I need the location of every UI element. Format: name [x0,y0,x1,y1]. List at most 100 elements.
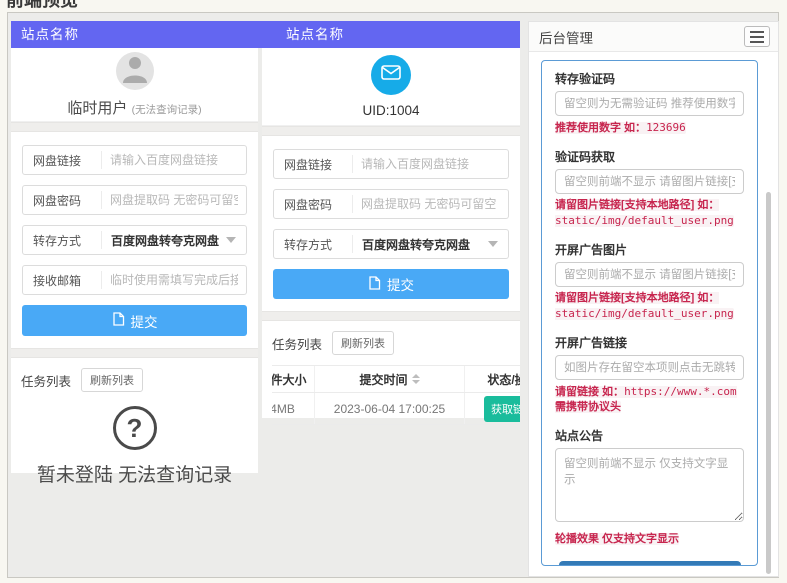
field-label: 网盘链接 [284,157,333,172]
left-form: 网盘链接 网盘密码 转存方式 百度网盘转夸克网盘 接收邮箱 [11,132,258,348]
pan-link-input[interactable] [102,153,246,167]
admin-title: 后台管理 [539,30,593,46]
site-notice-textarea[interactable] [555,448,744,522]
left-card-header: 站点名称 [11,21,258,48]
admin-form-box: 转存验证码 推荐使用数字 如：123696 验证码获取 请留图片链接[支持本地路… [541,60,758,566]
table-header-row: 文件大小 提交时间 状态/操作 [272,366,520,393]
tasks-header: 任务列表 刷新列表 [272,331,510,355]
user-name-line: 临时用户 (无法查询记录) [67,97,201,118]
avatar [371,55,411,95]
empty-state: ? 暂未登陆 无法查询记录 [21,406,248,487]
section-divider [262,126,520,136]
form-row-pan-link: 网盘链接 [22,145,247,175]
field-label: 转存方式 [33,233,82,248]
field-label: 转存方式 [284,237,333,252]
field-transfer-code: 转存验证码 推荐使用数字 如：123696 [555,70,744,136]
transfer-code-input[interactable] [555,91,744,116]
pan-password-input[interactable] [102,193,246,207]
empty-message: 暂未登陆 无法查询记录 [36,465,233,486]
site-name-title: 站点名称 [21,27,79,42]
left-tasks-section: 任务列表 刷新列表 ? 暂未登陆 无法查询记录 [11,358,258,495]
transfer-mode-select[interactable]: 转存方式 百度网盘转夸克网盘 [273,229,509,259]
col-time-label: 提交时间 [359,372,408,387]
site-name-title: 站点名称 [286,27,344,42]
save-button[interactable]: 保存 [558,561,741,565]
chevron-down-icon [226,237,236,243]
hamburger-menu-icon[interactable] [744,26,770,47]
cell-time: 2023-06-04 17:00:25 [315,393,465,424]
transfer-mode-value: 百度网盘转夸克网盘 [362,237,471,252]
middle-card-header: 站点名称 [262,21,520,48]
section-divider [11,348,258,358]
submit-label: 提交 [387,278,414,293]
submit-label: 提交 [130,314,158,330]
submit-button[interactable]: 提交 [273,269,509,299]
form-row-pan-password: 网盘密码 [273,189,509,219]
captcha-image-input[interactable] [555,169,744,194]
task-table-clip: 文件大小 提交时间 状态/操作 4MB 2023-06-04 17:00:25 … [272,365,520,425]
field-label: 网盘链接 [33,153,82,168]
scrollbar-thumb[interactable] [766,192,771,574]
field-label: 网盘密码 [284,197,333,212]
section-divider [262,311,520,321]
field-splash-ad-image: 开屏广告图片 请留图片链接[支持本地路径] 如：static/img/defau… [555,241,744,322]
transfer-mode-value: 百度网盘转夸克网盘 [111,233,220,248]
field-splash-ad-link: 开屏广告链接 请留链接 如：https://www.*.com 需携带协议头 [555,334,744,415]
user-name: 临时用户 [67,99,128,117]
field-hint: 请留链接 如：https://www.*.com 需携带协议头 [555,385,737,413]
admin-header: 后台管理 [529,22,778,52]
envelope-icon [381,65,401,85]
admin-panel-card: 后台管理 转存验证码 推荐使用数字 如：123696 验证码获取 请留图片链接[… [528,21,779,577]
field-label: 网盘密码 [33,193,82,208]
main-container: 站点名称 临时用户 (无法查询记录) 网盘链接 网盘密码 [7,12,779,578]
splash-ad-link-input[interactable] [555,355,744,380]
get-link-button[interactable]: 获取链接 [484,395,520,422]
left-user-card: 站点名称 临时用户 (无法查询记录) 网盘链接 网盘密码 [11,21,258,486]
col-time-header[interactable]: 提交时间 [315,366,465,392]
field-captcha-image: 验证码获取 请留图片链接[支持本地路径] 如：static/img/defaul… [555,148,744,229]
field-label: 站点公告 [555,429,604,443]
field-hint: 推荐使用数字 如：123696 [555,121,686,134]
tasks-title: 任务列表 [272,337,323,352]
middle-tasks-section: 任务列表 刷新列表 文件大小 提交时间 状态/操作 4MB 202 [262,321,520,433]
tasks-title: 任务列表 [21,374,72,389]
form-row-email: 接收邮箱 [22,265,247,295]
pan-password-input[interactable] [353,197,508,211]
field-label: 接收邮箱 [33,273,82,288]
transfer-mode-select[interactable]: 转存方式 百度网盘转夸克网盘 [22,225,247,255]
chevron-down-icon [488,241,498,247]
middle-user-card: 站点名称 UID:1004 网盘链接 网盘密码 转存方式 [262,21,520,425]
col-status-header: 状态/操作 [487,372,520,387]
user-icon [116,52,154,90]
user-note: (无法查询记录) [131,103,202,116]
field-hint: 请留图片链接[支持本地路径] 如：static/img/default_user… [555,199,734,227]
task-table: 文件大小 提交时间 状态/操作 4MB 2023-06-04 17:00:25 … [272,365,520,425]
document-icon [112,312,125,329]
form-row-pan-link: 网盘链接 [273,149,509,179]
uid-text: UID:1004 [362,103,420,118]
field-label: 验证码获取 [555,150,616,164]
cell-action: 获取链接 [465,395,520,422]
splash-ad-image-input[interactable] [555,262,744,287]
field-label: 转存验证码 [555,72,616,86]
sort-icon [411,374,420,384]
col-size-header: 文件大小 [272,366,315,392]
submit-button[interactable]: 提交 [22,305,247,336]
question-icon: ? [112,406,157,450]
left-profile-section: 临时用户 (无法查询记录) [11,48,258,122]
field-label: 开屏广告链接 [555,336,628,350]
tasks-header: 任务列表 刷新列表 [21,368,248,392]
cell-size: 4MB [272,393,315,424]
email-input[interactable] [102,273,246,287]
document-icon [368,275,381,293]
field-hint: 请留图片链接[支持本地路径] 如：static/img/default_user… [555,292,734,320]
refresh-list-button[interactable]: 刷新列表 [81,368,144,392]
table-row: 4MB 2023-06-04 17:00:25 获取链接 [272,393,520,424]
field-label: 开屏广告图片 [555,243,628,257]
avatar [115,51,154,90]
refresh-list-button[interactable]: 刷新列表 [332,331,395,355]
form-row-pan-password: 网盘密码 [22,185,247,215]
middle-form: 网盘链接 网盘密码 转存方式 百度网盘转夸克网盘 提交 [262,136,520,311]
pan-link-input[interactable] [353,157,508,171]
field-site-notice: 站点公告 轮播效果 仅支持文字显示 [555,427,744,547]
